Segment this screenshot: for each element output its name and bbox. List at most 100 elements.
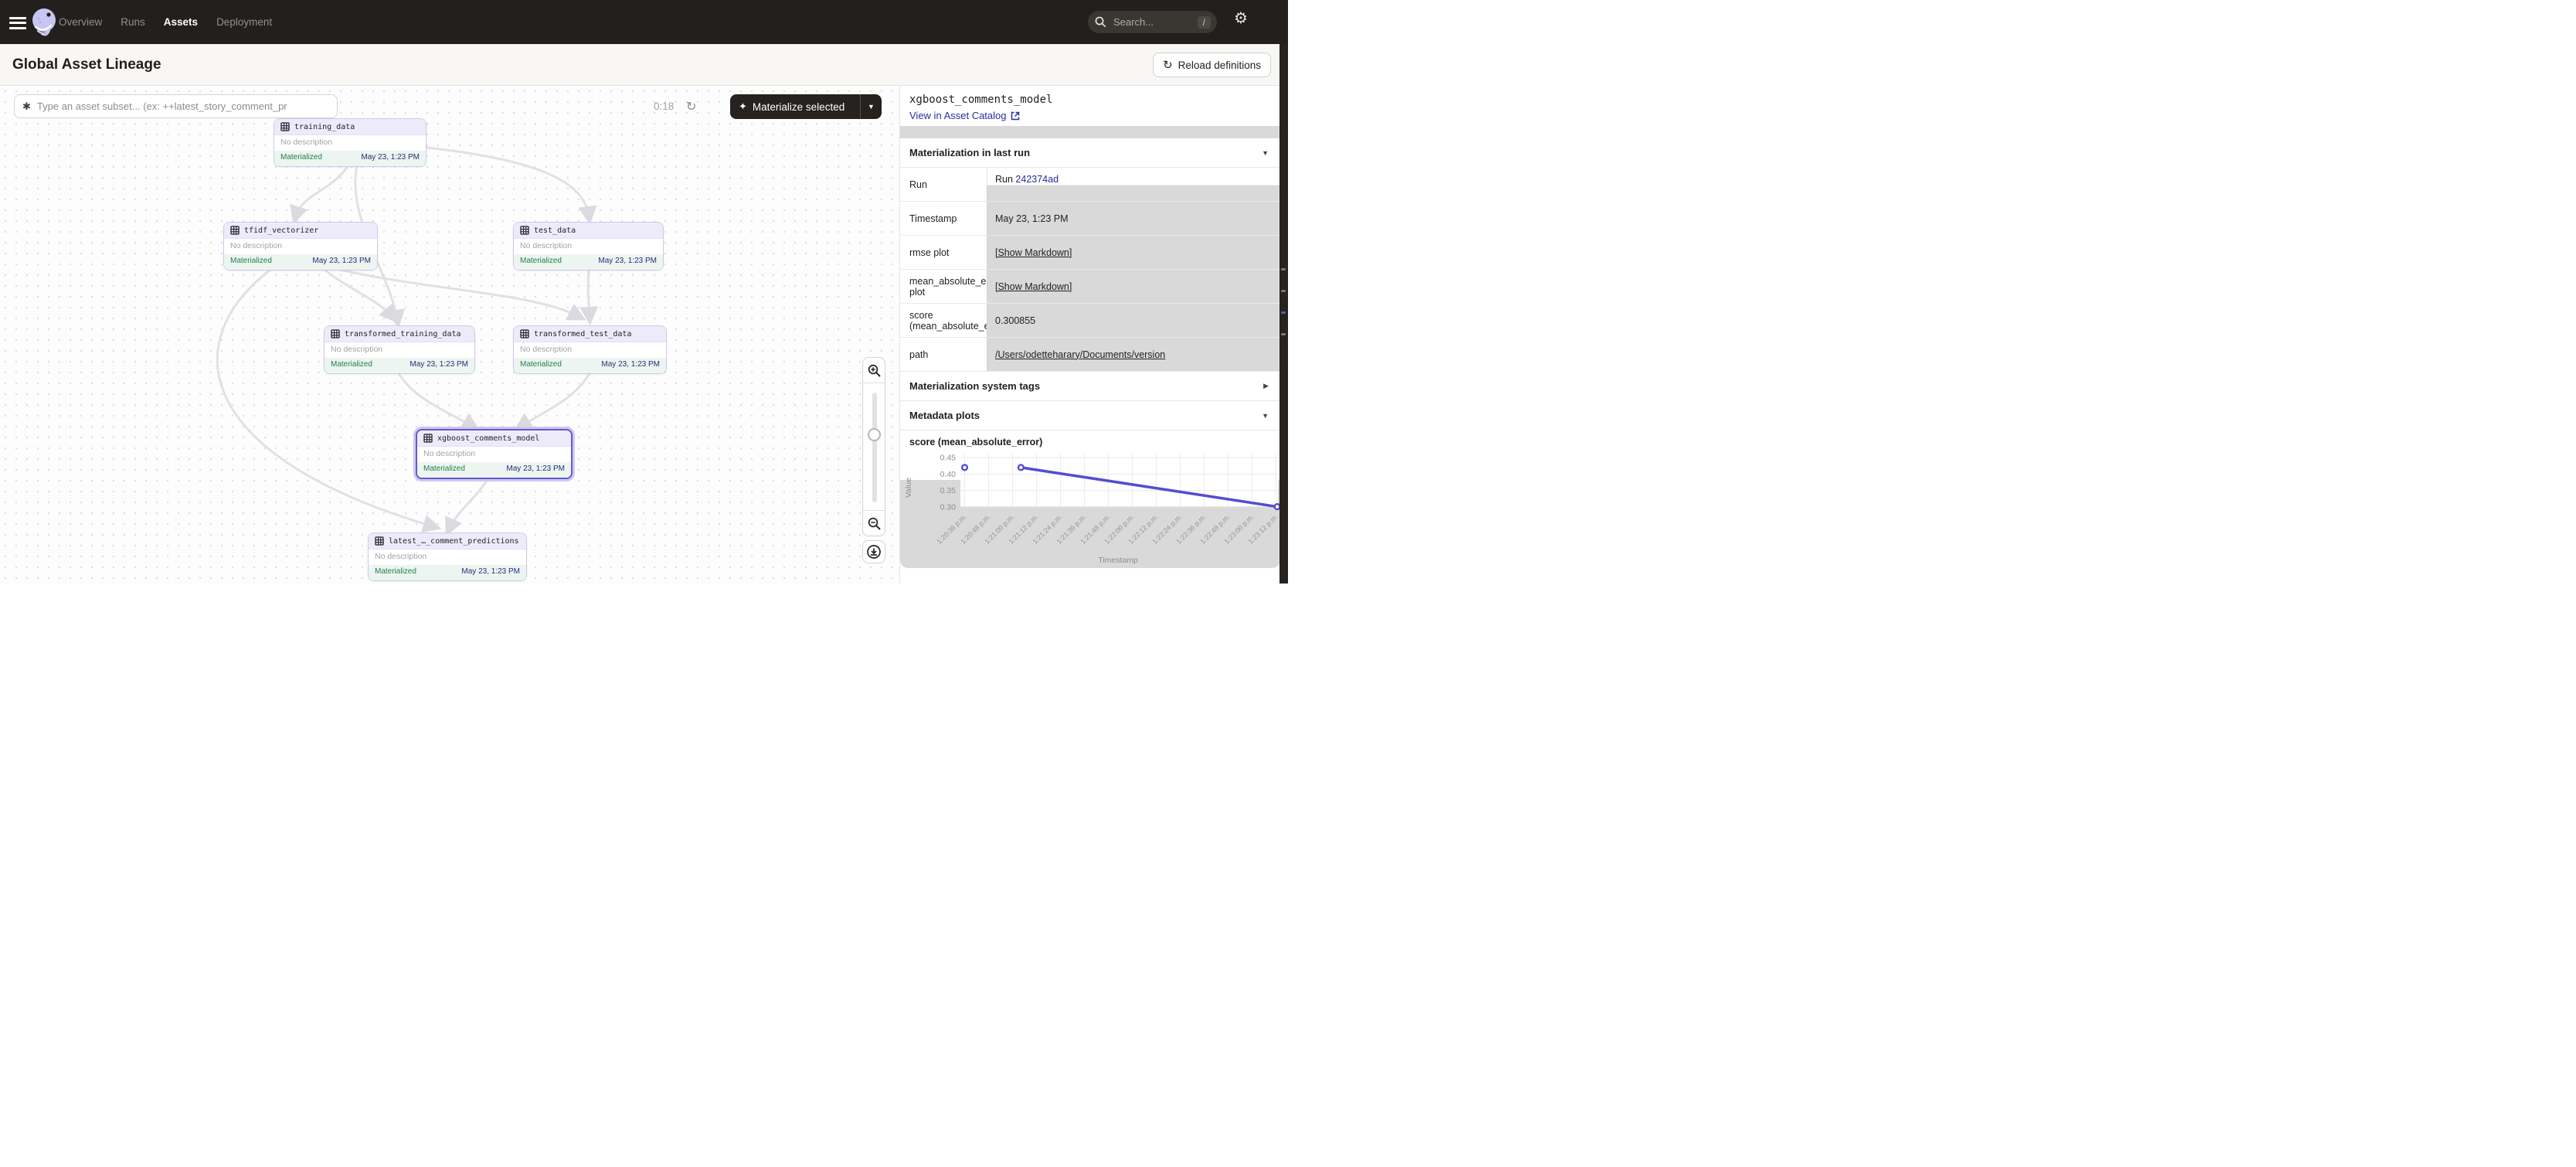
zoom-slider-handle[interactable] — [868, 428, 881, 441]
metadata-label: path — [900, 338, 987, 371]
nav-item-assets[interactable]: Assets — [164, 16, 198, 28]
zoom-in-button[interactable] — [863, 358, 885, 383]
materialize-dropdown-caret[interactable]: ▼ — [861, 103, 882, 111]
dagster-app: Overview Runs Assets Deployment Search... /… — [0, 0, 1288, 584]
section-materialization-system-tags[interactable]: Materialization system tags ▶ — [900, 372, 1280, 401]
asset-node-xgboost_comments_model[interactable]: xgboost_comments_modelNo descriptionMate… — [416, 429, 573, 479]
view-in-asset-catalog-link[interactable]: View in Asset Catalog — [909, 110, 1270, 121]
metadata-label: score (mean_absolute_error) — [900, 304, 987, 337]
asset-node-test_data[interactable]: test_dataNo descriptionMaterializedMay 2… — [513, 222, 664, 270]
materialized-status: Materialized — [423, 464, 465, 475]
svg-text:0.45: 0.45 — [940, 454, 957, 463]
metadata-label: Run — [900, 168, 987, 201]
nav-item-runs[interactable]: Runs — [121, 16, 145, 28]
asset-node-description: No description — [417, 447, 571, 462]
data-point[interactable] — [1018, 464, 1024, 470]
menu-icon[interactable] — [9, 14, 26, 29]
metadata-row-mean_absolute_error-plot: mean_absolute_error plot[Show Markdown] — [900, 270, 1280, 304]
asset-node-header: xgboost_comments_model — [417, 430, 571, 447]
section-materialization-last-run[interactable]: Materialization in last run ▼ — [900, 138, 1280, 168]
materialized-timestamp: May 23, 1:23 PM — [461, 567, 520, 578]
horizontal-scrollbar-track[interactable] — [900, 126, 1280, 138]
chevron-down-icon: ▼ — [1262, 149, 1269, 157]
table-icon — [280, 122, 290, 131]
metadata-value: /Users/odetteharary/Documents/version — [987, 338, 1280, 371]
reload-definitions-button[interactable]: ↻ Reload definitions — [1153, 53, 1271, 77]
asset-node-label: xgboost_comments_model — [437, 434, 539, 443]
asset-details-panel: xgboost_comments_model View in Asset Cat… — [899, 86, 1280, 584]
asset-node-tfidf_vectorizer[interactable]: tfidf_vectorizerNo descriptionMaterializ… — [223, 222, 378, 270]
op-selector-icon: ✱ — [22, 100, 31, 113]
refresh-timer: 0:18 — [654, 100, 674, 112]
metadata-table: RunRun 242374adTimestampMay 23, 1:23 PMr… — [900, 168, 1280, 372]
asset-node-header: tfidf_vectorizer — [224, 223, 377, 239]
metadata-value: May 23, 1:23 PM — [987, 202, 1280, 235]
asset-node-label: training_data — [294, 123, 355, 131]
global-search[interactable]: Search... / — [1088, 11, 1217, 33]
asset-node-header: training_data — [274, 119, 426, 135]
path-link[interactable]: /Users/odetteharary/Documents/version — [995, 349, 1165, 360]
table-icon — [230, 226, 240, 235]
materialize-label: Materialize selected — [753, 101, 845, 113]
zoom-control — [862, 357, 885, 536]
asset-node-description: No description — [274, 135, 426, 151]
metadata-row-score-mean_absolute_error-: score (mean_absolute_error)0.300855 — [900, 304, 1280, 338]
table-icon — [520, 329, 529, 339]
asset-node-header: test_data — [514, 223, 663, 239]
svg-text:Value: Value — [904, 478, 913, 498]
section-metadata-plots[interactable]: Metadata plots ▼ — [900, 401, 1280, 430]
chevron-right-icon: ▶ — [1263, 382, 1269, 390]
dagster-logo-icon[interactable] — [28, 5, 60, 38]
table-icon — [520, 226, 529, 235]
sparkle-icon: ✦ — [739, 100, 747, 113]
asset-node-header: transformed_test_data — [514, 326, 666, 342]
materialize-selected-button[interactable]: ✦ Materialize selected ▼ — [730, 94, 882, 119]
asset-filter-input[interactable] — [37, 100, 329, 112]
asset-name-title: xgboost_comments_model — [909, 94, 1270, 106]
asset-lineage-graph[interactable]: training_data No description Materialized M… — [0, 86, 899, 584]
asset-node-description: No description — [369, 549, 526, 565]
page-header: Global Asset Lineage ↻ Reload definition… — [0, 44, 1288, 86]
asset-node-footer: MaterializedMay 23, 1:23 PM — [224, 254, 377, 270]
table-icon — [331, 329, 340, 339]
nav-menu: Overview Runs Assets Deployment — [59, 0, 272, 44]
download-image-button[interactable] — [862, 540, 885, 563]
refresh-icon[interactable]: ↻ — [686, 99, 696, 114]
asset-node-transformed_test_data[interactable]: transformed_test_dataNo descriptionMater… — [513, 325, 667, 374]
nav-item-deployment[interactable]: Deployment — [216, 16, 272, 28]
asset-node-label: transformed_training_data — [345, 330, 461, 339]
asset-node-transformed_training_data[interactable]: transformed_training_dataNo descriptionM… — [324, 325, 475, 374]
search-icon — [1094, 15, 1107, 29]
asset-node-header: latest_…_comment_predictions — [369, 533, 526, 549]
asset-node-label: test_data — [534, 226, 576, 235]
materialized-timestamp: May 23, 1:23 PM — [598, 257, 657, 267]
metadata-row-rmse-plot: rmse plot[Show Markdown] — [900, 236, 1280, 270]
settings-gear-icon[interactable]: ⚙ — [1232, 10, 1249, 27]
asset-filter-box[interactable]: ✱ — [14, 94, 338, 118]
asset-node-footer: MaterializedMay 23, 1:23 PM — [417, 462, 571, 478]
nav-item-overview[interactable]: Overview — [59, 16, 102, 28]
show-markdown-link[interactable]: [Show Markdown] — [995, 281, 1072, 292]
run-id-link[interactable]: 242374ad — [1015, 174, 1059, 185]
data-point[interactable] — [962, 464, 967, 470]
materialized-status: Materialized — [331, 360, 372, 371]
asset-node-latest_predictions[interactable]: latest_…_comment_predictionsNo descripti… — [368, 532, 527, 581]
top-nav: Overview Runs Assets Deployment Search... /… — [0, 0, 1288, 44]
asset-node-description: No description — [224, 239, 377, 254]
show-markdown-link[interactable]: [Show Markdown] — [995, 247, 1072, 258]
zoom-in-icon — [867, 363, 882, 378]
materialized-status: Materialized — [280, 153, 322, 164]
score-chart-svg: 0.300.350.400.451:20:36 p.m.1:20:48 p.m.… — [900, 454, 1280, 575]
table-icon — [375, 536, 384, 546]
external-link-icon — [1011, 111, 1020, 121]
zoom-slider[interactable] — [863, 383, 885, 511]
download-icon — [866, 544, 882, 560]
materialized-status: Materialized — [520, 257, 562, 267]
asset-node-footer: MaterializedMay 23, 1:23 PM — [369, 565, 526, 580]
svg-text:0.35: 0.35 — [940, 486, 957, 495]
metadata-value: 0.300855 — [987, 304, 1280, 337]
zoom-out-button[interactable] — [863, 511, 885, 536]
asset-node-training_data[interactable]: training_dataNo descriptionMaterializedM… — [274, 118, 427, 167]
asset-node-footer: Materialized May 23, 1:23 PM — [514, 254, 663, 270]
materialized-timestamp: May 23, 1:23 PM — [601, 360, 660, 371]
